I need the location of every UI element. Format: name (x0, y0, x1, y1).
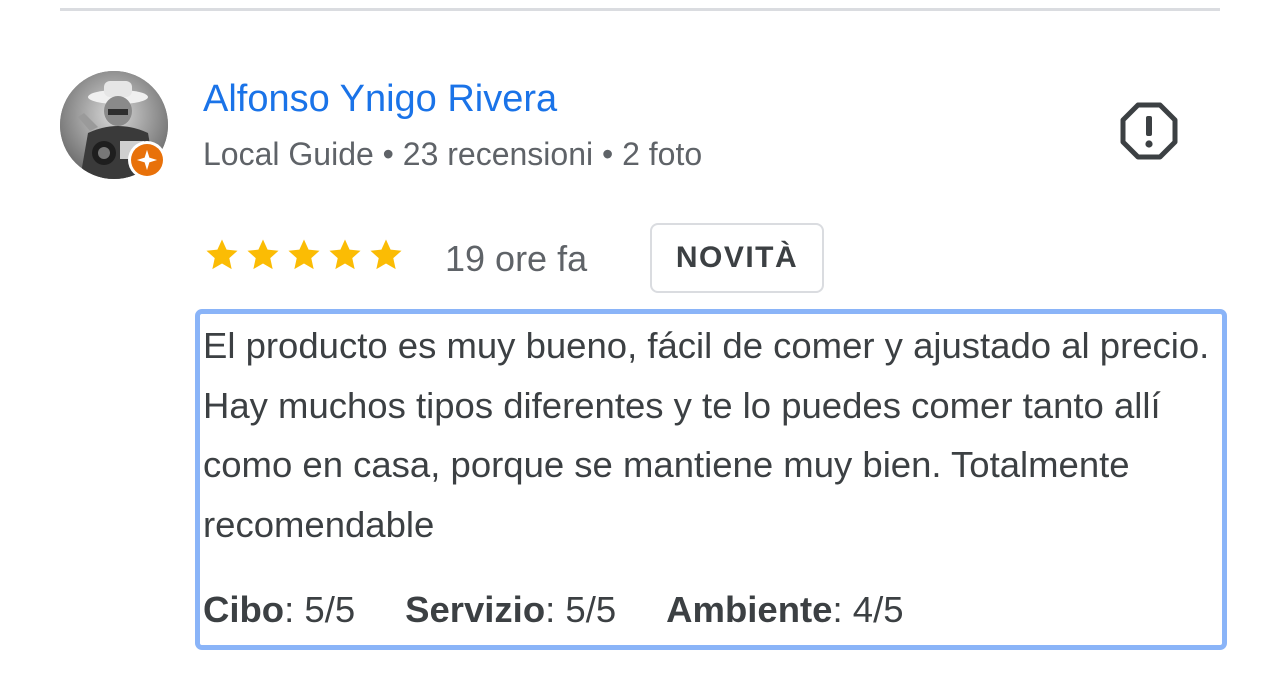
review-text: El producto es muy bueno, fácil de comer… (203, 325, 1210, 545)
star-icon (329, 239, 361, 270)
star-icon (288, 239, 320, 270)
new-badge: NOVITÀ (650, 223, 824, 293)
rating-cibo: Cibo: 5/5 (203, 585, 355, 635)
local-guide-star-icon (131, 144, 163, 176)
aspect-ratings: Cibo: 5/5 Servizio: 5/5 Ambiente: 4/5 (203, 585, 904, 635)
review-card: Alfonso Ynigo Rivera Local Guide • 23 re… (0, 0, 1280, 676)
rating-value: 4/5 (852, 589, 904, 630)
star-icon (370, 239, 402, 270)
rating-ambiente: Ambiente: 4/5 (666, 585, 903, 635)
review-time: 19 ore fa (445, 238, 588, 279)
rating-servizio: Servizio: 5/5 (405, 585, 616, 635)
rating-separator: : (832, 589, 853, 630)
star-icon (247, 239, 279, 270)
rating-label: Ambiente (666, 589, 833, 630)
rating-separator: : (284, 589, 305, 630)
star-icon (206, 239, 238, 270)
rating-label: Cibo (203, 589, 285, 630)
local-guide-badge (128, 141, 166, 179)
rating-value: 5/5 (304, 589, 356, 630)
avatar-container[interactable] (60, 71, 168, 179)
star-rating (203, 235, 405, 277)
rating-value: 5/5 (565, 589, 617, 630)
reviewer-name[interactable]: Alfonso Ynigo Rivera (203, 76, 557, 122)
report-flag-icon (1120, 102, 1178, 160)
reviewer-meta: Local Guide • 23 recensioni • 2 foto (203, 136, 703, 172)
rating-separator: : (545, 589, 566, 630)
divider (60, 8, 1220, 11)
rating-label: Servizio (405, 589, 546, 630)
report-button[interactable] (1114, 96, 1184, 166)
